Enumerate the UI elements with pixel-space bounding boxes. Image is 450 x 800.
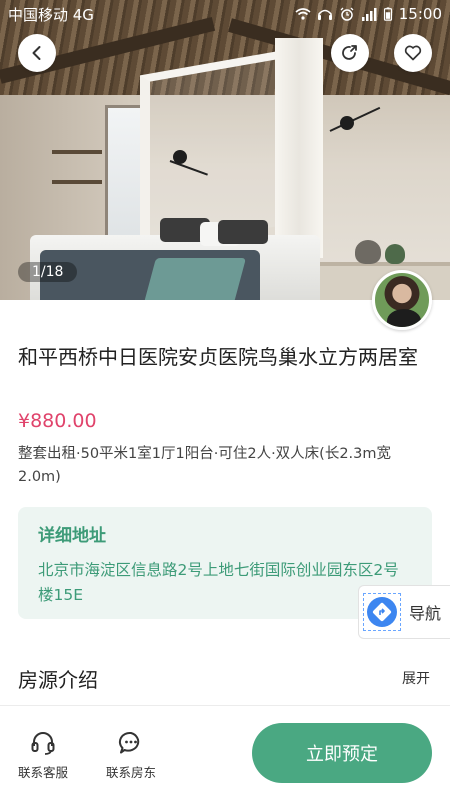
photo-pillow: [218, 220, 268, 244]
navigation-icon-frame: [363, 593, 401, 631]
carrier-label: 中国移动 4G: [8, 5, 94, 24]
share-icon: [342, 45, 357, 60]
listing-title: 和平西桥中日医院安贞医院鸟巢水立方两居室: [18, 345, 418, 369]
wifi-icon: [295, 8, 311, 20]
listing-price: ¥880.00: [18, 410, 97, 432]
address-text: 北京市海淀区信息路2号上地七街国际创业园东区2号楼15E: [38, 561, 399, 604]
photo-throw: [143, 258, 247, 300]
expand-button[interactable]: 展开: [402, 668, 430, 688]
book-now-button[interactable]: 立即预定: [252, 723, 432, 783]
favorite-button[interactable]: [394, 34, 432, 72]
address-label: 详细地址: [38, 526, 106, 546]
contact-landlord-label: 联系房东: [106, 765, 157, 780]
photo-plant: [385, 244, 405, 264]
photo-vase: [355, 240, 381, 264]
status-icons: 15:00: [295, 5, 442, 23]
chevron-left-icon: [32, 46, 41, 60]
headset-icon: [31, 732, 55, 755]
photo-lamp-arm: [329, 106, 381, 132]
listing-photo[interactable]: [0, 0, 450, 300]
photo-lamp: [173, 150, 187, 164]
avatar-figure: [387, 309, 421, 327]
photo-lamp: [340, 116, 354, 130]
navigation-icon: [367, 597, 397, 627]
host-avatar[interactable]: [372, 270, 432, 330]
bottom-action-bar: 联系客服 联系房东 立即预定: [0, 705, 450, 800]
signal-icon: [361, 8, 377, 21]
photo-counter: 1/18: [18, 262, 78, 282]
share-button[interactable]: [331, 34, 369, 72]
contact-service-button[interactable]: 联系客服: [18, 730, 68, 781]
navigation-button[interactable]: 导航: [358, 585, 450, 639]
photo-shelf: [52, 180, 102, 184]
battery-icon: [383, 7, 392, 21]
contact-service-label: 联系客服: [18, 765, 69, 780]
clock: 15:00: [398, 5, 442, 23]
back-button[interactable]: [18, 34, 56, 72]
photo-shelf: [52, 150, 102, 154]
alarm-icon: [340, 7, 354, 21]
chat-bubble-icon: [118, 731, 140, 754]
photo-curtain: [275, 38, 323, 258]
intro-section-title: 房源介绍: [18, 668, 98, 692]
headphones-icon: [317, 9, 332, 20]
status-bar: 中国移动 4G 15:00: [0, 0, 450, 28]
listing-specs: 整套出租·50平米1室1厅1阳台·可住2人·双人床(长2.3m宽2.0m): [18, 446, 392, 485]
heart-icon: [404, 45, 422, 61]
navigation-label: 导航: [409, 604, 442, 623]
contact-landlord-button[interactable]: 联系房东: [106, 730, 156, 781]
